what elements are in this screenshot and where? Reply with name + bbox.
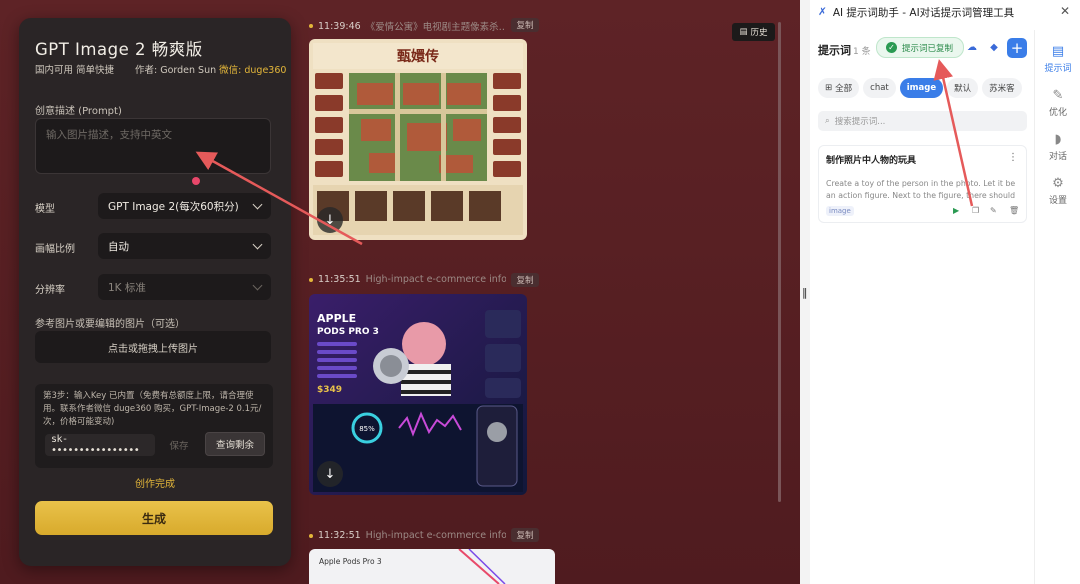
- arrow-to-toast: [933, 59, 974, 207]
- annotation-arrows: [195, 59, 974, 246]
- arrow-to-prompt: [195, 151, 363, 246]
